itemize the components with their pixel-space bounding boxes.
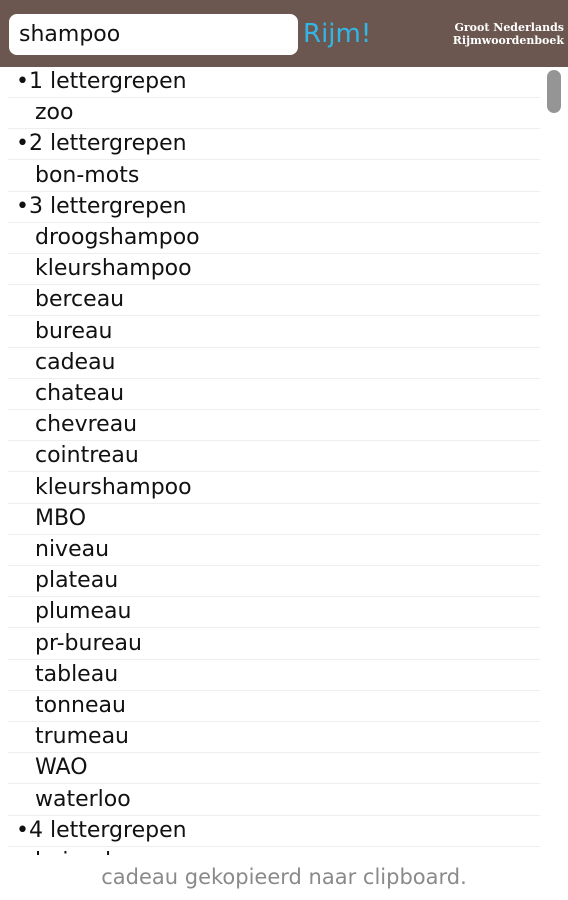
rhyme-word-item[interactable]: berceau: [8, 285, 540, 317]
rhyme-word-item[interactable]: boisseleau: [8, 847, 540, 855]
rhyme-word-item[interactable]: cointreau: [8, 441, 540, 473]
syllable-group-header: •1 lettergrepen: [8, 67, 540, 98]
app-logo: Groot Nederlands Rijmwoordenboek: [453, 21, 564, 47]
rhyme-word-item[interactable]: kleurshampoo: [8, 473, 540, 504]
rhyme-word-item[interactable]: kleurshampoo: [8, 254, 540, 286]
brand-line-1: Groot Nederlands: [454, 21, 564, 34]
rhyme-word-item[interactable]: bon-mots: [8, 161, 540, 192]
rhyme-word-item[interactable]: bureau: [8, 317, 540, 348]
rhyme-word-item[interactable]: chateau: [8, 379, 540, 410]
rhyme-word-item[interactable]: chevreau: [8, 410, 540, 442]
syllable-group-header: •4 lettergrepen: [8, 816, 540, 847]
rhyme-word-item[interactable]: cadeau: [8, 348, 540, 379]
rhyme-word-item[interactable]: droogshampoo: [8, 223, 540, 254]
search-input[interactable]: [9, 14, 298, 55]
brand-line-2: Rijmwoordenboek: [452, 34, 564, 47]
rhyme-word-item[interactable]: WAO: [8, 753, 540, 785]
toast-message: cadeau gekopieerd naar clipboard.: [0, 855, 568, 900]
rijm-button[interactable]: Rijm!: [303, 14, 371, 55]
rhyme-word-item[interactable]: MBO: [8, 504, 540, 535]
rhyme-word-item[interactable]: niveau: [8, 535, 540, 566]
rhyme-word-item[interactable]: plateau: [8, 566, 540, 598]
rhyme-word-item[interactable]: waterloo: [8, 785, 540, 816]
rhyme-word-item[interactable]: tonneau: [8, 691, 540, 722]
rhyme-word-item[interactable]: zoo: [8, 98, 540, 130]
rhyme-word-item[interactable]: trumeau: [8, 722, 540, 754]
rhyme-list[interactable]: •1 lettergrepen zoo •2 lettergrepen bon-mot…: [0, 67, 568, 855]
rhyme-word-item[interactable]: plumeau: [8, 597, 540, 629]
syllable-group-header: •2 lettergrepen: [8, 129, 540, 161]
rhyme-word-item[interactable]: tableau: [8, 660, 540, 691]
rhyme-word-item[interactable]: pr-bureau: [8, 629, 540, 660]
app-header: Rijm! Groot Nederlands Rijmwoordenboek: [0, 0, 568, 67]
scrollbar-thumb[interactable]: [547, 70, 561, 113]
syllable-group-header: •3 lettergrepen: [8, 192, 540, 223]
